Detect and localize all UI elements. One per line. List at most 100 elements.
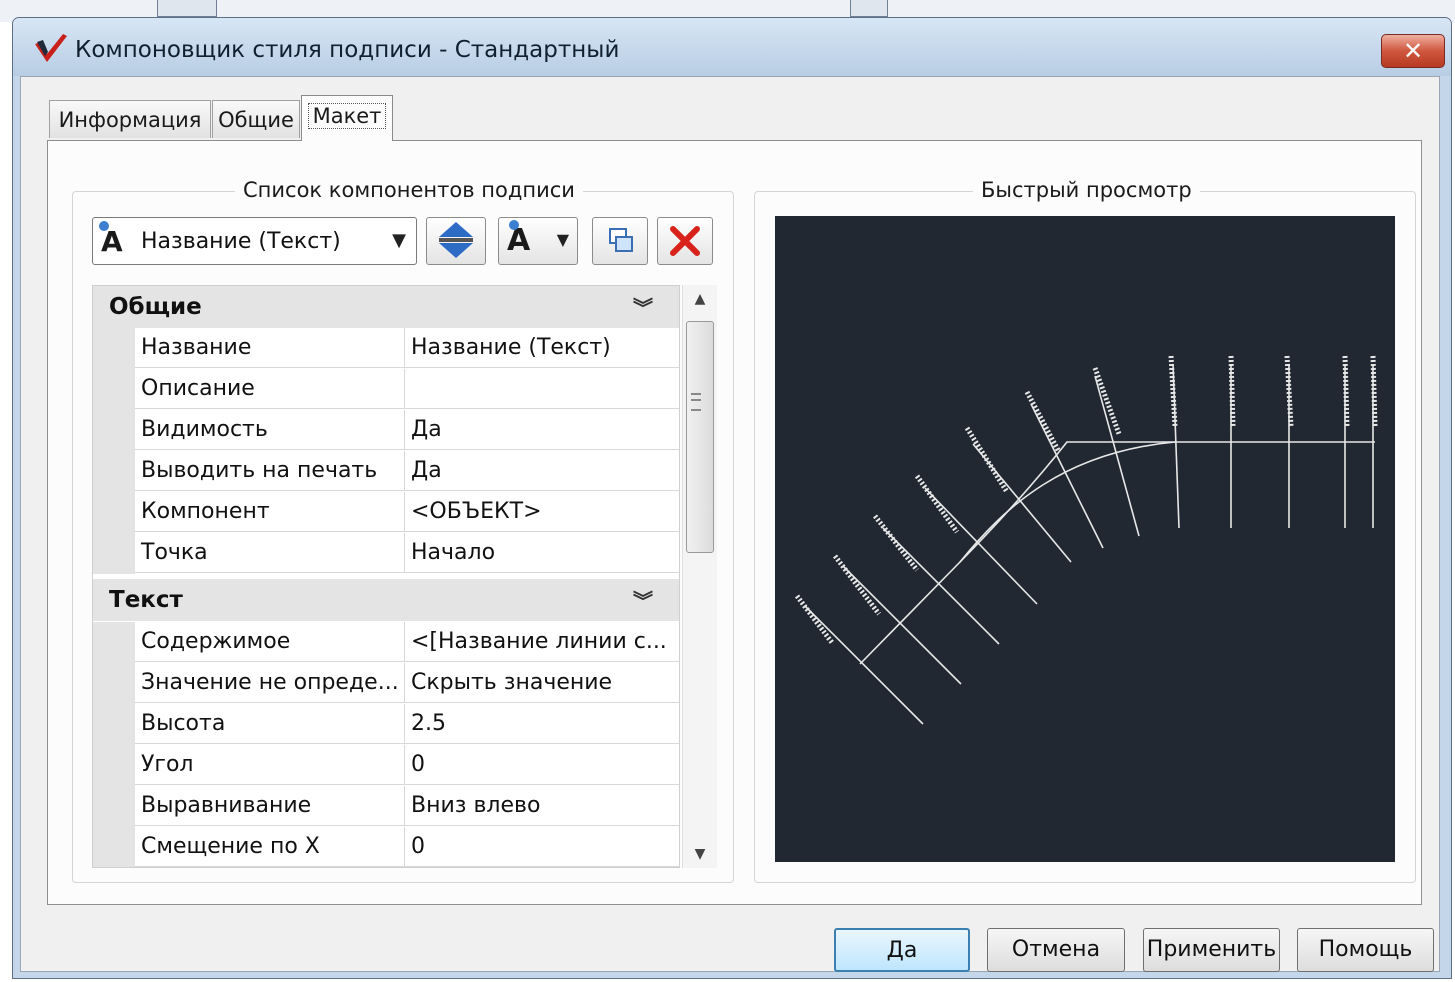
- property-value[interactable]: 0: [405, 745, 679, 785]
- add-component-dropdown[interactable]: A ▼: [498, 217, 578, 265]
- preview-title: Быстрый просмотр: [973, 178, 1200, 202]
- component-list-title: Список компонентов подписи: [235, 178, 583, 202]
- delete-component-button[interactable]: [657, 217, 713, 265]
- property-row[interactable]: Высота 2.5: [93, 704, 679, 745]
- scrollbar-grip-icon: [691, 393, 701, 411]
- row-gutter: [93, 745, 135, 786]
- station-label: [833, 554, 881, 616]
- property-grid-scrollbar[interactable]: ▲ ▼: [682, 285, 717, 868]
- property-name: Компонент: [135, 492, 405, 532]
- property-value[interactable]: Начало: [405, 533, 679, 573]
- preview-drawing: [795, 355, 1378, 725]
- row-gutter: [93, 622, 135, 663]
- station-tick: [804, 605, 924, 725]
- copy-component-button[interactable]: [592, 217, 648, 265]
- row-gutter: [93, 451, 135, 492]
- text-component-icon: A: [99, 221, 123, 258]
- property-name: Видимость: [135, 410, 405, 450]
- tab-layout-label: Макет: [307, 103, 387, 129]
- property-value[interactable]: [405, 369, 679, 409]
- tab-information[interactable]: Информация: [49, 100, 211, 138]
- property-row[interactable]: Компонент <ОБЪЕКТ>: [93, 492, 679, 533]
- scroll-down-arrow-icon[interactable]: ▼: [683, 840, 717, 868]
- ok-button[interactable]: Да: [834, 928, 970, 972]
- property-name: Точка: [135, 533, 405, 573]
- property-value[interactable]: Название (Текст): [405, 328, 679, 368]
- station-label: [795, 594, 835, 646]
- property-row[interactable]: Видимость Да: [93, 410, 679, 451]
- app-logo-icon: [35, 34, 67, 62]
- title-bar[interactable]: Компоновщик стиля подписи - Стандартный …: [13, 18, 1451, 76]
- property-name: Смещение по X: [135, 827, 405, 867]
- property-name: Выводить на печать: [135, 451, 405, 491]
- property-row[interactable]: Выравнивание Вниз влево: [93, 786, 679, 827]
- row-gutter: [93, 663, 135, 704]
- property-grid[interactable]: Общие ︾ Название Название (Текст) Описани…: [92, 285, 680, 868]
- close-button[interactable]: ✕: [1381, 34, 1445, 68]
- property-row[interactable]: Точка Начало: [93, 533, 679, 574]
- delete-component-icon: [670, 226, 700, 256]
- cancel-button[interactable]: Отмена: [987, 928, 1125, 972]
- row-gutter: [93, 533, 135, 574]
- property-row[interactable]: Выводить на печать Да: [93, 451, 679, 492]
- row-gutter: [93, 328, 135, 369]
- station-tick: [972, 443, 1072, 563]
- window-title: Компоновщик стиля подписи - Стандартный: [75, 37, 620, 63]
- property-name: Описание: [135, 369, 405, 409]
- help-button[interactable]: Помощь: [1297, 928, 1434, 972]
- property-value[interactable]: Скрыть значение: [405, 663, 679, 703]
- collapse-icon[interactable]: ︾: [633, 585, 653, 614]
- property-value[interactable]: Вниз влево: [405, 786, 679, 826]
- category-text[interactable]: Текст ︾: [93, 579, 679, 621]
- property-value[interactable]: Да: [405, 451, 679, 491]
- copy-component-icon: [609, 228, 633, 252]
- property-row[interactable]: Угол 0: [93, 745, 679, 786]
- property-value[interactable]: Да: [405, 410, 679, 450]
- dialog-client-area: Информация Общие Макет Список компоненто…: [20, 76, 1440, 972]
- property-name: Содержимое: [135, 622, 405, 662]
- component-select[interactable]: A Название (Текст) ▼: [92, 217, 417, 265]
- scrollbar-thumb[interactable]: [686, 321, 714, 553]
- background-control: [850, 0, 888, 17]
- station-label: [914, 474, 960, 534]
- category-general-label: Общие: [109, 294, 202, 320]
- move-up-down-button[interactable]: [426, 217, 486, 265]
- preview-group: Быстрый просмотр: [754, 178, 1416, 883]
- category-general[interactable]: Общие ︾: [93, 286, 679, 328]
- row-gutter: [93, 492, 135, 533]
- component-list-group: Список компонентов подписи A Название (Т…: [72, 178, 734, 883]
- collapse-icon[interactable]: ︾: [633, 292, 653, 321]
- station-label: [1092, 367, 1122, 435]
- row-gutter: [93, 827, 135, 867]
- chevron-down-icon: ▼: [392, 230, 406, 251]
- tab-general[interactable]: Общие: [212, 100, 300, 138]
- tab-layout[interactable]: Макет: [301, 95, 393, 141]
- property-name: Название: [135, 328, 405, 368]
- row-gutter: [93, 704, 135, 745]
- layout-tab-panel: Список компонентов подписи A Название (Т…: [47, 140, 1422, 905]
- preview-canvas: [775, 216, 1395, 862]
- property-value[interactable]: <[Название линии с...: [405, 622, 679, 662]
- property-value[interactable]: 0: [405, 827, 679, 867]
- move-up-down-icon: [439, 222, 473, 258]
- row-gutter: [93, 369, 135, 410]
- alignment-curve: [859, 441, 1375, 665]
- property-row[interactable]: Описание: [93, 369, 679, 410]
- property-row[interactable]: Значение не опреде... Скрыть значение: [93, 663, 679, 704]
- property-row[interactable]: Смещение по X0: [93, 827, 679, 867]
- property-row[interactable]: Название Название (Текст): [93, 328, 679, 369]
- property-value[interactable]: <ОБЪЕКТ>: [405, 492, 679, 532]
- station-tick: [1094, 375, 1140, 537]
- property-row[interactable]: Содержимое <[Название линии с...: [93, 622, 679, 663]
- property-name: Значение не опреде...: [135, 663, 405, 703]
- station-label: [1024, 390, 1062, 454]
- chevron-down-icon: ▼: [556, 230, 569, 249]
- scroll-up-arrow-icon[interactable]: ▲: [683, 285, 717, 313]
- add-badge-icon: [509, 220, 519, 230]
- property-value[interactable]: 2.5: [405, 704, 679, 744]
- alignment-curve: [959, 441, 1176, 563]
- property-name: Высота: [135, 704, 405, 744]
- apply-button[interactable]: Применить: [1143, 928, 1280, 972]
- background-control: [157, 0, 217, 17]
- station-tick: [882, 527, 1000, 645]
